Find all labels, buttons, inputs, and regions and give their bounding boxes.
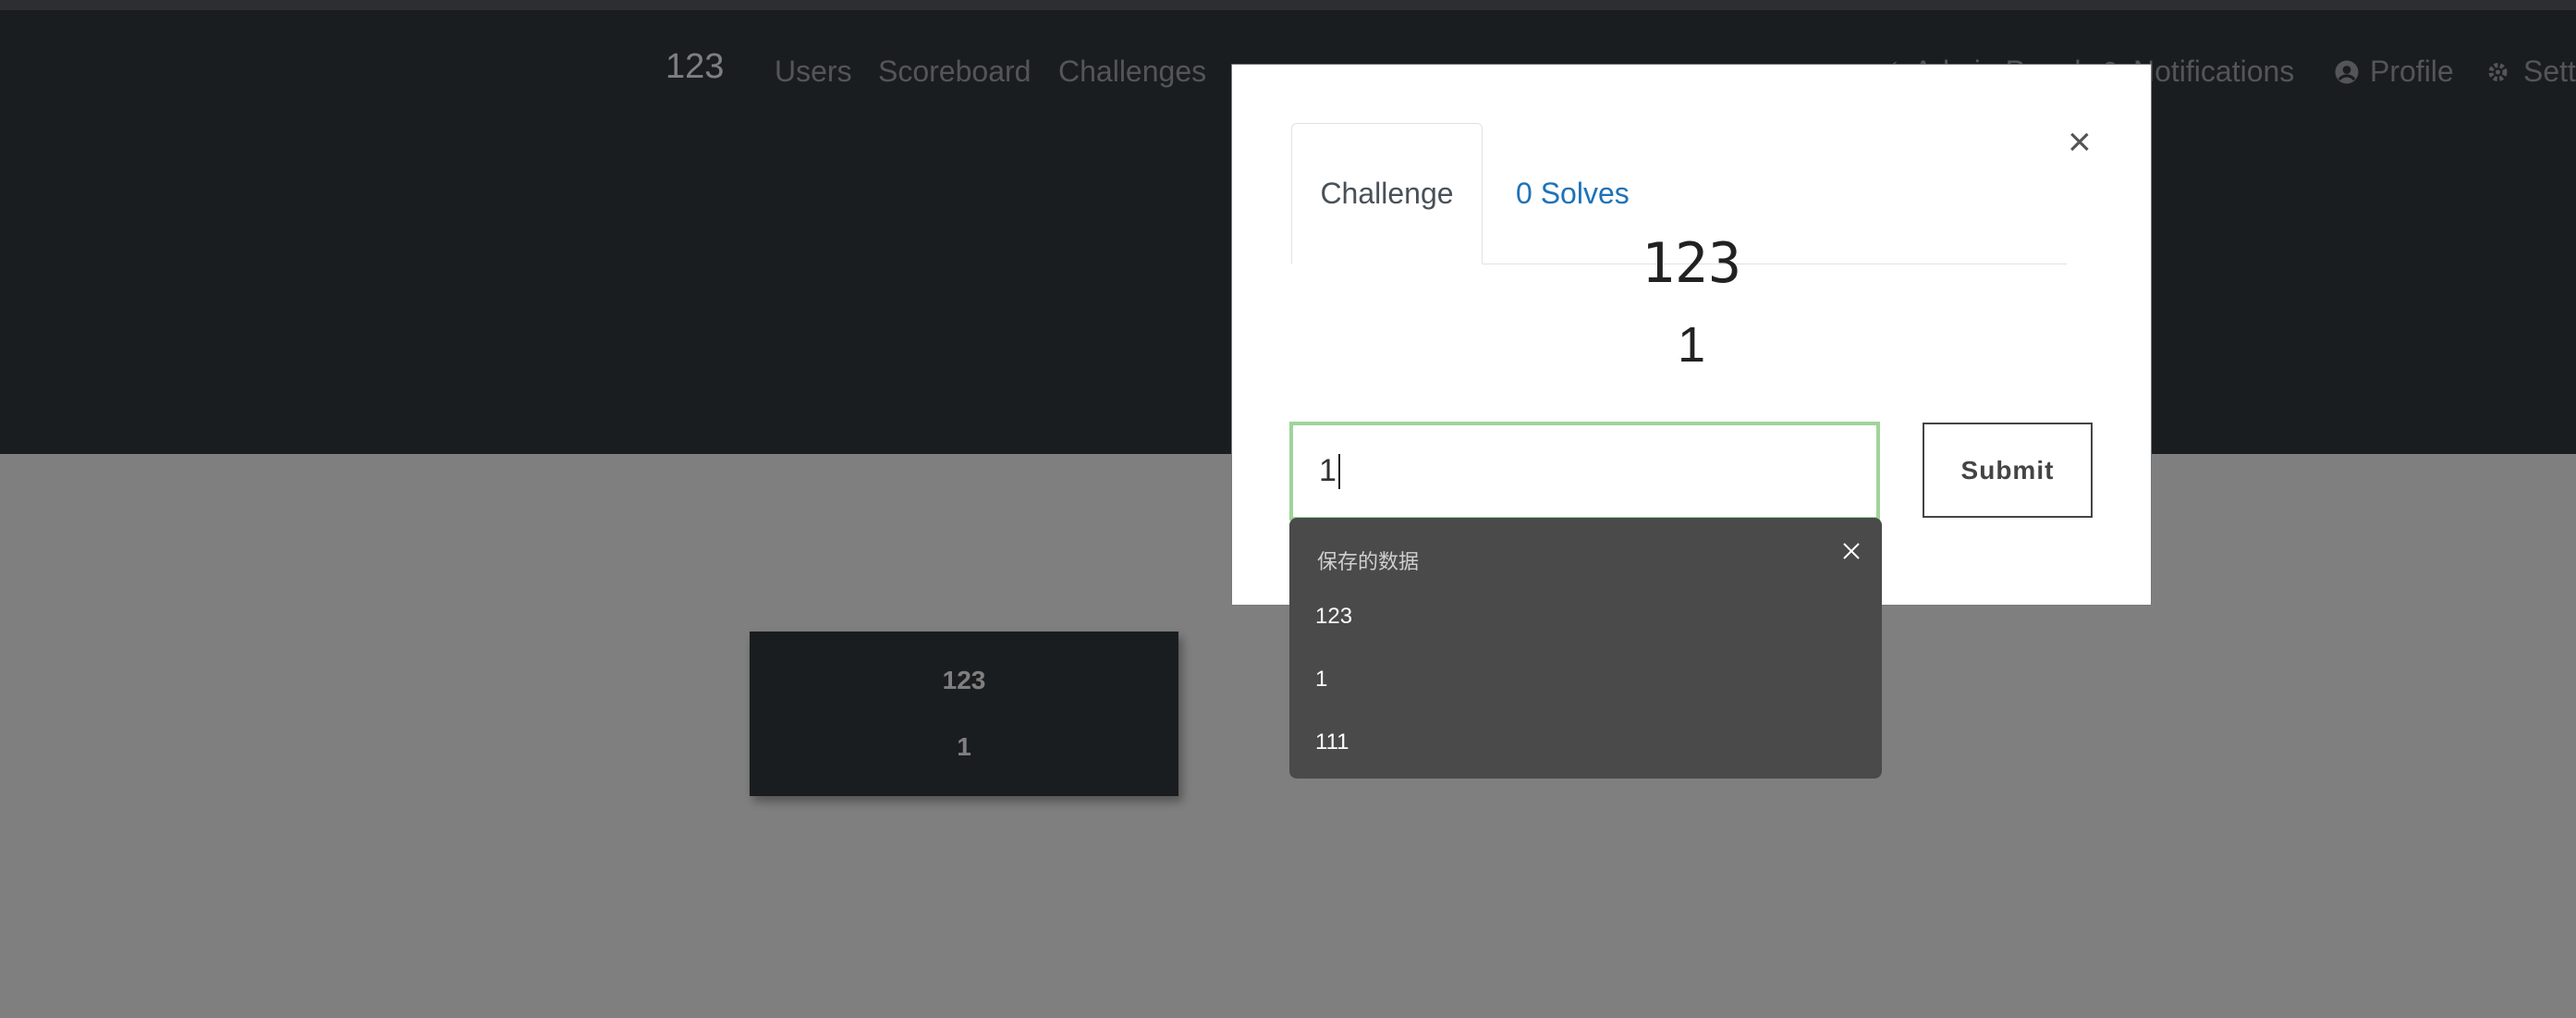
flag-input-value: 1	[1319, 453, 1337, 488]
challenge-title: 123	[1641, 231, 1742, 296]
submit-button[interactable]: Submit	[1923, 423, 2093, 518]
challenge-points: 1	[1677, 317, 1706, 373]
modal-close-icon[interactable]: ×	[2068, 122, 2092, 163]
autofill-dropdown: 保存的数据 123 1 111	[1289, 518, 1882, 779]
autofill-item[interactable]: 123	[1315, 604, 1352, 630]
autofill-header: 保存的数据	[1317, 550, 1420, 573]
autofill-close-icon[interactable]	[1840, 540, 1862, 562]
autofill-item[interactable]: 111	[1315, 730, 1349, 755]
text-caret	[1337, 453, 1340, 489]
autofill-item[interactable]: 1	[1315, 667, 1327, 693]
flag-input[interactable]: 1	[1289, 422, 1880, 521]
